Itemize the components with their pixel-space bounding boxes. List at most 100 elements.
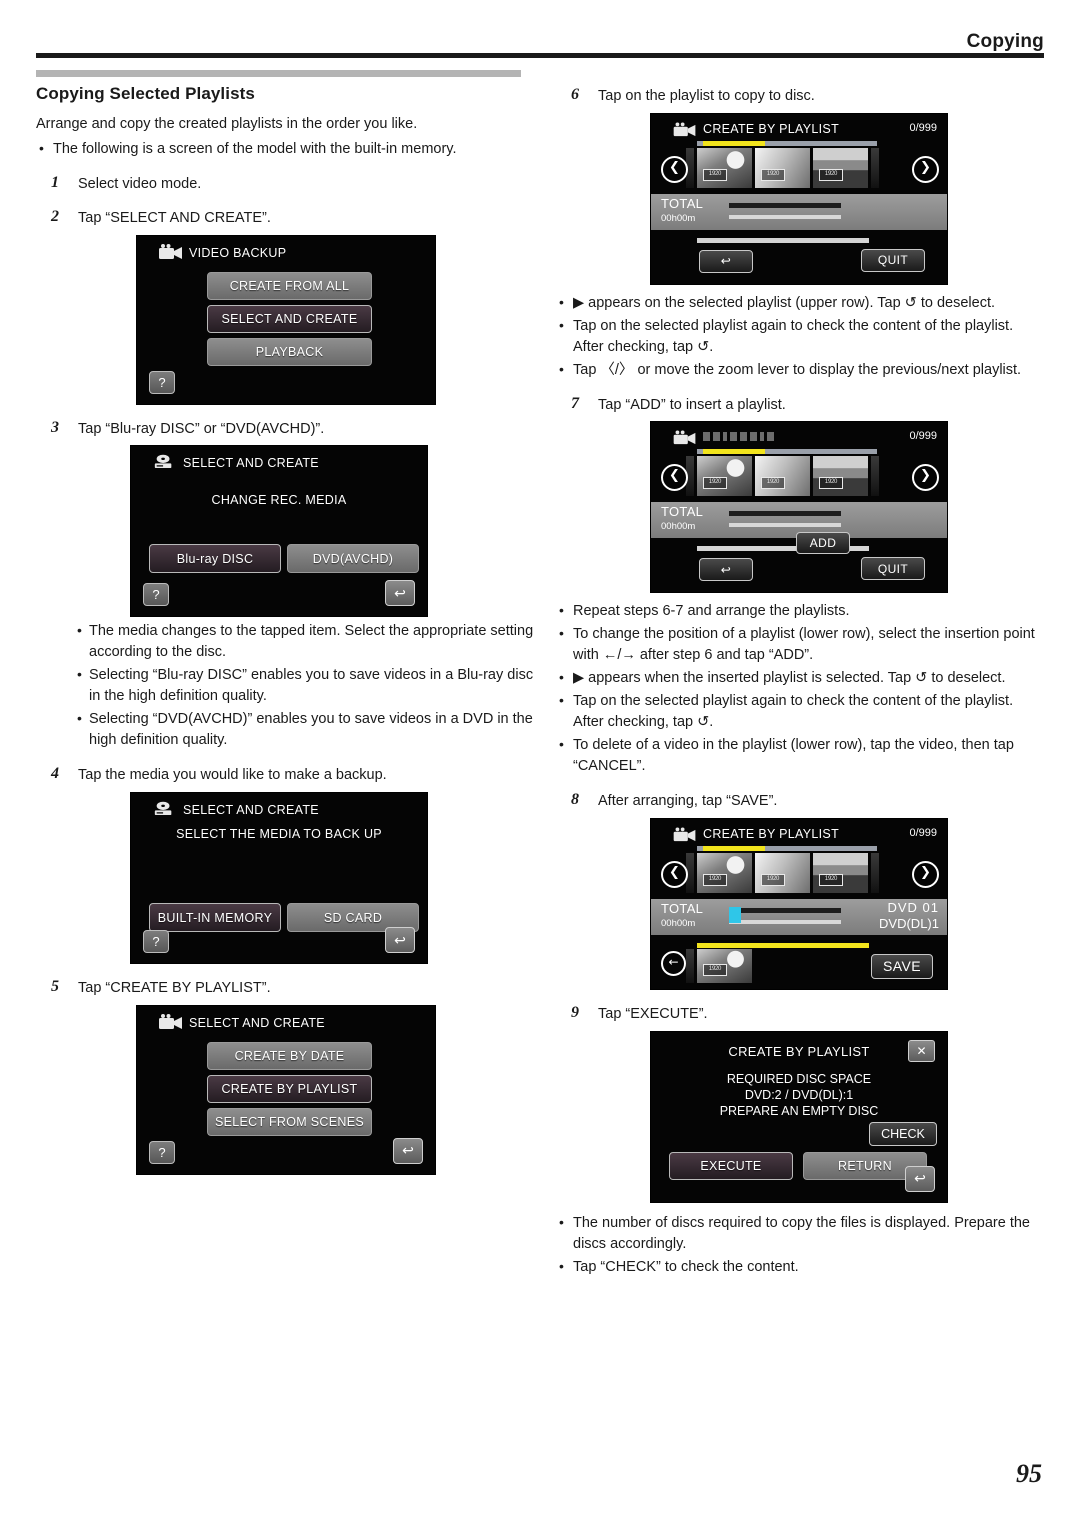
thumbnail-tag: 1920	[761, 477, 785, 490]
help-icon[interactable]: ?	[143, 930, 169, 953]
close-icon[interactable]: ✕	[908, 1039, 935, 1062]
step-4: 4 Tap the media you would like to make a…	[36, 765, 536, 786]
disc-space-line-2: DVD:2 / DVD(DL):1	[744, 1087, 854, 1102]
thumbnail[interactable]: 1920	[755, 147, 810, 188]
list-item: To change the position of a playlist (lo…	[556, 623, 1046, 666]
back-icon[interactable]: ↩	[385, 927, 415, 953]
chevron-right-icon[interactable]: ❯	[912, 860, 939, 888]
lower-row-bar	[697, 942, 869, 948]
total-time: 00h00m	[661, 212, 696, 224]
thumbnail[interactable]: 1920	[813, 456, 868, 497]
step-text: Tap on the playlist to copy to disc.	[598, 88, 815, 104]
menu-button-dvd-avchd[interactable]: DVD(AVCHD)	[287, 544, 419, 574]
step-3: 3 Tap “Blu-ray DISC” or “DVD(AVCHD)”.	[36, 419, 536, 440]
dvd-dl-count: DVD(DL)1	[879, 915, 939, 931]
total-bar: TOTAL 00h00m	[651, 193, 947, 230]
playlist-scrollbar[interactable]	[697, 140, 877, 146]
step-9: 9 Tap “EXECUTE”.	[556, 1004, 1046, 1025]
list-item: The following is a screen of the model w…	[36, 138, 536, 160]
save-button[interactable]: SAVE	[871, 953, 933, 979]
back-icon[interactable]: ↩	[393, 1137, 423, 1164]
capacity-bar-light	[729, 523, 841, 528]
page-header: Copying	[0, 0, 1080, 70]
thumbnail-tag: 1920	[703, 477, 727, 490]
section-intro: Arrange and copy the created playlists i…	[36, 116, 418, 132]
help-icon[interactable]: ?	[149, 370, 175, 394]
menu-button-create-by-playlist[interactable]: CREATE BY PLAYLIST	[207, 1074, 372, 1103]
bullets-after-step-3: The media changes to the tapped item. Se…	[74, 620, 536, 751]
thumbnail-tag: 1920	[703, 963, 727, 976]
back-icon[interactable]: ↩	[699, 558, 753, 582]
thumbnail[interactable]: 1920	[697, 852, 752, 893]
playlist-counter: 0/999	[909, 826, 937, 839]
menu-button-bluray-disc[interactable]: Blu-ray DISC	[149, 544, 281, 574]
back-icon[interactable]: ↩	[905, 1165, 935, 1192]
total-label: TOTAL	[661, 195, 704, 211]
screen-subtitle: SELECT THE MEDIA TO BACK UP	[176, 827, 382, 841]
chevron-right-icon[interactable]: ❯	[912, 464, 939, 492]
back-icon[interactable]: ↩	[385, 580, 415, 607]
list-item: Tap on the selected playlist again to ch…	[556, 690, 1046, 733]
menu-button-create-from-all[interactable]: CREATE FROM ALL	[207, 271, 372, 300]
playlist-counter: 0/999	[909, 430, 937, 443]
chevron-left-icon[interactable]: ❮	[661, 155, 688, 183]
thumbnail-tag: 1920	[819, 477, 843, 490]
chevron-left-icon[interactable]: ❮	[661, 860, 688, 888]
playlist-scrollbar[interactable]	[697, 845, 877, 851]
menu-button-select-from-scenes[interactable]: SELECT FROM SCENES	[207, 1107, 372, 1136]
step-number: 3	[51, 418, 59, 436]
chevron-left-icon[interactable]: ❮	[661, 464, 688, 492]
thumbnail-edge	[871, 456, 879, 497]
step-5: 5 Tap “CREATE BY PLAYLIST”.	[36, 978, 536, 999]
help-icon[interactable]: ?	[149, 1140, 175, 1164]
screenshot-create-menu: SELECT AND CREATE CREATE BY DATE CREATE …	[136, 1004, 436, 1175]
menu-button-select-and-create[interactable]: SELECT AND CREATE	[207, 304, 372, 333]
section-bar	[36, 70, 521, 77]
step-text: Tap “SELECT AND CREATE”.	[78, 210, 271, 227]
total-bar: TOTAL 00h00m DVD 01 DVD(DL)1	[651, 898, 947, 935]
screen-title: CREATE BY PLAYLIST	[703, 826, 840, 841]
thumbnail[interactable]: 1920	[813, 147, 868, 188]
back-icon[interactable]: ↩	[699, 249, 753, 273]
disc-drive-icon	[153, 454, 177, 472]
capacity-marker	[729, 906, 741, 923]
help-icon[interactable]: ?	[143, 583, 169, 607]
playlist-scrollbar[interactable]	[697, 449, 877, 455]
quit-button[interactable]: QUIT	[861, 557, 925, 581]
menu-button-playback[interactable]: PLAYBACK	[207, 337, 372, 366]
step-text: Tap the media you would like to make a b…	[78, 767, 387, 784]
bullets-after-step-9: The number of discs required to copy the…	[556, 1211, 1046, 1278]
arrow-left-circle-icon[interactable]: ←	[661, 950, 686, 976]
menu-button-built-in-memory[interactable]: BUILT-IN MEMORY	[149, 903, 281, 932]
menu-button-create-by-date[interactable]: CREATE BY DATE	[207, 1041, 372, 1070]
dvd-count: DVD 01	[887, 899, 939, 915]
camcorder-icon	[673, 430, 697, 448]
screen-title: SELECT AND CREATE	[189, 1015, 325, 1030]
add-button[interactable]: ADD	[796, 532, 850, 555]
thumbnail[interactable]: 1920	[697, 948, 752, 983]
capacity-bar-dark	[729, 511, 841, 517]
disc-space-line-1: REQUIRED DISC SPACE	[726, 1071, 872, 1086]
screen-title: CREATE BY PLAYLIST	[728, 1043, 870, 1059]
playlist-thumbnail-strip: 1920 1920 1920	[686, 147, 886, 188]
capacity-bar-light	[729, 919, 841, 924]
step-6: 6 Tap on the playlist to copy to disc.	[556, 86, 1046, 107]
thumbnail[interactable]: 1920	[697, 147, 752, 188]
step-number: 6	[571, 86, 579, 103]
thumbnail-tag: 1920	[819, 873, 843, 886]
thumbnail[interactable]: 1920	[813, 852, 868, 893]
thumbnail[interactable]: 1920	[755, 852, 810, 893]
thumbnail[interactable]: 1920	[755, 456, 810, 497]
page-number: 95	[1016, 1459, 1042, 1488]
step-2: 2 Tap “SELECT AND CREATE”.	[36, 208, 536, 229]
step-text: Tap “Blu-ray DISC” or “DVD(AVCHD)”.	[78, 420, 325, 437]
check-button[interactable]: CHECK	[869, 1121, 937, 1146]
screen-title: SELECT AND CREATE	[183, 803, 319, 817]
chevron-right-icon[interactable]: ❯	[912, 155, 939, 183]
step-number: 7	[571, 394, 579, 412]
quit-button[interactable]: QUIT	[861, 248, 925, 272]
thumbnail-tag: 1920	[761, 168, 785, 181]
right-column: 6 Tap on the playlist to copy to disc. C…	[556, 64, 1046, 1284]
thumbnail[interactable]: 1920	[697, 456, 752, 497]
execute-button[interactable]: EXECUTE	[669, 1151, 793, 1180]
